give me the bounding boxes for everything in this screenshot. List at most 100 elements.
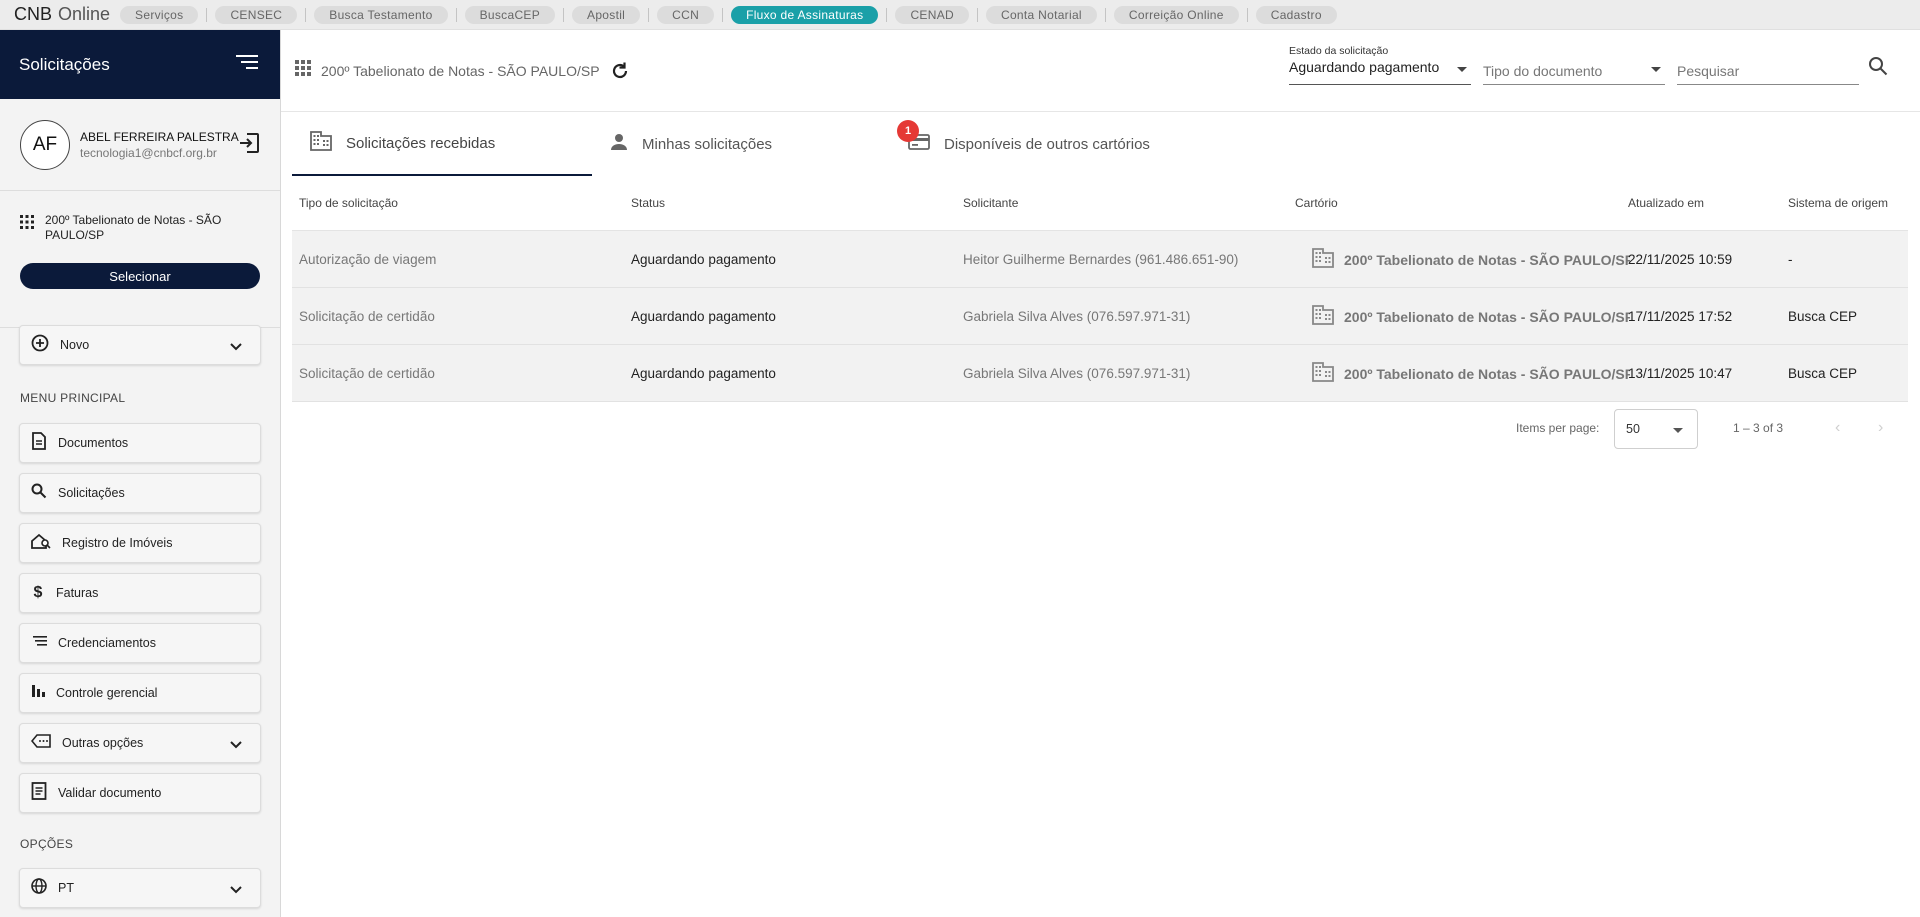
menu-item-controle-gerencial[interactable]: Controle gerencial bbox=[19, 673, 261, 713]
menu-toggle-icon[interactable] bbox=[236, 54, 258, 75]
main-header: 200º Tabelionato de Notas - SÃO PAULO/SP… bbox=[281, 30, 1920, 112]
chevron-down-icon bbox=[230, 338, 242, 356]
select-office-button[interactable]: Selecionar bbox=[20, 263, 260, 289]
sidebar-title: Solicitações bbox=[19, 54, 110, 74]
nav-pill-correicao-online[interactable]: Correição Online bbox=[1113, 5, 1239, 24]
nav-pill-buscacep[interactable]: BuscaCEP bbox=[464, 5, 556, 24]
search-icon[interactable] bbox=[1868, 56, 1888, 81]
nav-pill-ccn[interactable]: CCN bbox=[657, 5, 715, 24]
dropdown-arrow-icon bbox=[1651, 67, 1661, 72]
nav-pill-fluxo-assinaturas[interactable]: Fluxo de Assinaturas bbox=[731, 5, 879, 24]
new-label: Novo bbox=[60, 338, 90, 352]
nav-pill-apostil[interactable]: Apostil bbox=[572, 5, 641, 24]
nav-divider bbox=[455, 7, 457, 22]
menu-item-outras-opcoes[interactable]: Outras opções bbox=[19, 723, 261, 763]
paginator: Items per page: 50 1 – 3 of 3 ‹ › bbox=[292, 409, 1908, 449]
user-name: ABEL FERREIRA PALESTRA bbox=[80, 129, 239, 144]
logout-icon[interactable] bbox=[238, 132, 260, 159]
nav-divider bbox=[722, 7, 724, 22]
items-per-page-select[interactable]: 50 bbox=[1614, 409, 1698, 449]
new-dropdown-button[interactable]: Novo bbox=[19, 325, 261, 365]
search-placeholder: Pesquisar bbox=[1677, 63, 1740, 79]
menu-item-credenciamentos[interactable]: Credenciamentos bbox=[19, 623, 261, 663]
sidebar: Solicitações AF ABEL FERREIRA PALESTRA t… bbox=[0, 30, 281, 917]
tipo-documento-placeholder: Tipo do documento bbox=[1483, 63, 1603, 79]
chevron-down-icon bbox=[230, 881, 242, 899]
column-header[interactable]: Status bbox=[631, 196, 665, 210]
menu-item-label: Credenciamentos bbox=[58, 636, 156, 650]
items-per-page-value: 50 bbox=[1626, 422, 1640, 436]
menu-item-label: Registro de Imóveis bbox=[62, 536, 173, 550]
estado-solicitacao-select[interactable]: Estado da solicitação Aguardando pagamen… bbox=[1289, 45, 1471, 85]
notification-badge: 1 bbox=[897, 120, 919, 142]
menu-item-solicitacoes[interactable]: Solicitações bbox=[19, 473, 261, 513]
cell-status: Aguardando pagamento bbox=[631, 309, 776, 324]
column-header[interactable]: Solicitante bbox=[963, 196, 1018, 210]
search-input[interactable]: Pesquisar bbox=[1677, 45, 1859, 85]
chevron-down-icon bbox=[230, 736, 242, 754]
nav-divider bbox=[648, 7, 650, 22]
document-icon bbox=[31, 431, 47, 455]
nav-pill-conta-notarial[interactable]: Conta Notarial bbox=[985, 5, 1097, 24]
nav-divider bbox=[206, 7, 208, 22]
prev-page-button[interactable]: ‹ bbox=[1835, 419, 1840, 437]
cell-origem: Busca CEP bbox=[1788, 309, 1858, 324]
refresh-icon[interactable] bbox=[610, 61, 630, 86]
cell-origem: Busca CEP bbox=[1788, 366, 1858, 381]
tabs-bar: Solicitações recebidas Minhas solicitaçõ… bbox=[292, 112, 1908, 176]
bar-chart-icon bbox=[31, 684, 45, 703]
nav-pill-cadastro[interactable]: Cadastro bbox=[1255, 5, 1337, 24]
language-selector[interactable]: PT bbox=[19, 868, 261, 908]
menu-item-label: Faturas bbox=[56, 586, 99, 600]
nav-pill-censec[interactable]: CENSEC bbox=[215, 5, 298, 24]
menu-item-validar-documento[interactable]: Validar documento bbox=[19, 773, 261, 813]
cell-cartorio: 200º Tabelionato de Notas - SÃO PAULO/SP bbox=[1312, 231, 1630, 288]
brand-online: Online bbox=[58, 4, 111, 24]
globe-icon bbox=[31, 877, 47, 899]
menu-item-label: Validar documento bbox=[58, 786, 162, 800]
menu-item-label: Solicitações bbox=[58, 486, 125, 500]
requests-table: Tipo de solicitação Status Solicitante C… bbox=[292, 176, 1908, 402]
nav-pill-servicos[interactable]: Serviços bbox=[120, 5, 199, 24]
opcoes-heading: OPÇÕES bbox=[20, 837, 74, 851]
cell-origem: - bbox=[1788, 252, 1793, 267]
person-icon bbox=[610, 133, 628, 155]
tab-disponiveis-outros-cartorios[interactable]: Disponíveis de outros cartórios bbox=[908, 112, 1268, 176]
tipo-documento-select[interactable]: Tipo do documento bbox=[1483, 45, 1665, 85]
table-row[interactable]: Solicitação de certidão Aguardando pagam… bbox=[292, 345, 1908, 402]
cartorio-name: 200º Tabelionato de Notas - SÃO PAULO/SP bbox=[1344, 251, 1630, 268]
tag-dots-icon bbox=[30, 733, 51, 753]
menu-item-registro-imoveis[interactable]: Registro de Imóveis bbox=[19, 523, 261, 563]
column-header[interactable]: Tipo de solicitação bbox=[299, 196, 398, 210]
tab-minhas-solicitacoes[interactable]: Minhas solicitações bbox=[610, 112, 860, 176]
cell-solicitante: Gabriela Silva Alves (076.597.971-31) bbox=[963, 366, 1191, 381]
sidebar-header: Solicitações bbox=[0, 30, 280, 99]
apps-grid-icon bbox=[20, 215, 34, 234]
top-nav-bar: CNB Online Serviços CENSEC Busca Testame… bbox=[0, 0, 1920, 30]
nav-pill-cenad[interactable]: CENAD bbox=[895, 5, 969, 24]
column-header[interactable]: Sistema de origem bbox=[1788, 196, 1888, 210]
cell-atualizado: 22/11/2025 10:59 bbox=[1628, 252, 1733, 267]
nav-divider bbox=[1104, 7, 1106, 22]
user-email: tecnologia1@cnbcf.org.br bbox=[80, 145, 217, 160]
nav-divider bbox=[1246, 7, 1248, 22]
building-icon bbox=[1312, 305, 1334, 328]
next-page-button[interactable]: › bbox=[1878, 419, 1883, 437]
dollar-icon: $ bbox=[33, 584, 43, 601]
nav-pill-busca-testamento[interactable]: Busca Testamento bbox=[314, 5, 448, 24]
tab-solicitacoes-recebidas[interactable]: Solicitações recebidas bbox=[292, 112, 592, 176]
cell-tipo: Solicitação de certidão bbox=[299, 366, 435, 381]
table-row[interactable]: Solicitação de certidão Aguardando pagam… bbox=[292, 288, 1908, 345]
brand-logo[interactable]: CNB Online bbox=[14, 4, 110, 25]
tab-label: Solicitações recebidas bbox=[346, 134, 496, 152]
column-header[interactable]: Cartório bbox=[1295, 196, 1338, 210]
house-search-icon bbox=[31, 533, 51, 554]
cell-atualizado: 17/11/2025 17:52 bbox=[1628, 309, 1733, 324]
menu-item-documentos[interactable]: Documentos bbox=[19, 423, 261, 463]
table-row[interactable]: Autorização de viagem Aguardando pagamen… bbox=[292, 231, 1908, 288]
cell-cartorio: 200º Tabelionato de Notas - SÃO PAULO/SP bbox=[1312, 288, 1630, 345]
current-office-name: 200º Tabelionato de Notas - SÃO PAULO/SP bbox=[321, 62, 600, 79]
column-header[interactable]: Atualizado em bbox=[1628, 196, 1704, 210]
page-range: 1 – 3 of 3 bbox=[1733, 421, 1784, 435]
menu-item-faturas[interactable]: $ Faturas bbox=[19, 573, 261, 613]
